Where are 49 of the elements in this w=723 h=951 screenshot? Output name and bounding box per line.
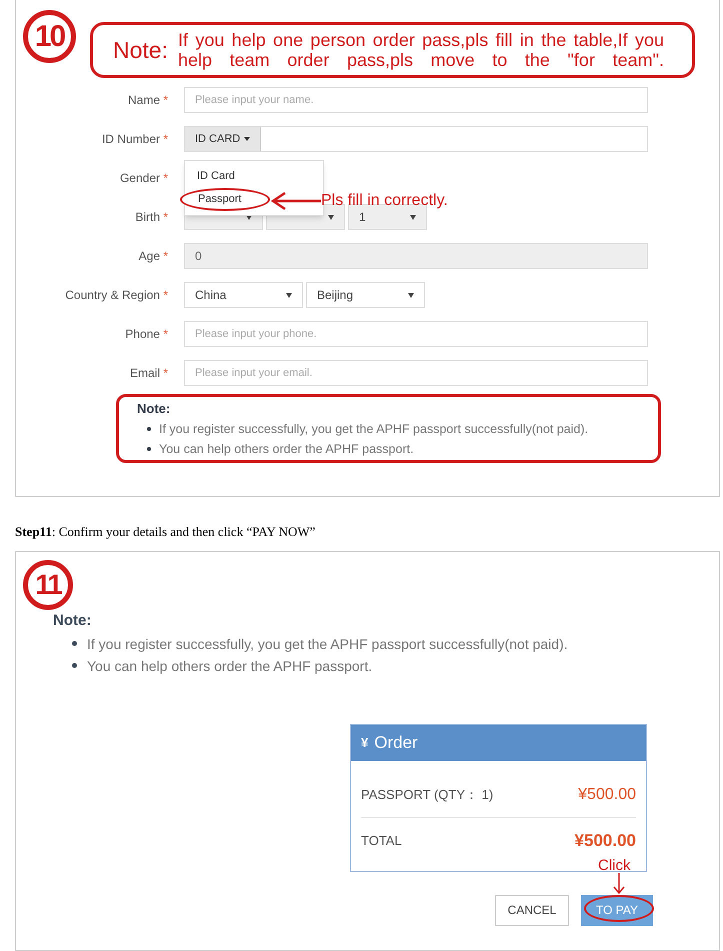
caret-icon xyxy=(244,137,250,141)
currency-icon: ¥ xyxy=(361,732,368,752)
field-label: Gender * xyxy=(118,170,169,187)
order-title: Order xyxy=(374,732,418,754)
menu-item[interactable]: ID Card xyxy=(185,165,323,188)
note-title: Note: xyxy=(53,611,92,631)
field-label: Age * xyxy=(138,248,169,265)
order-price: ¥500.00 xyxy=(578,784,636,804)
total-price: ¥500.00 xyxy=(574,830,636,852)
text-field[interactable]: Please input your name. xyxy=(184,87,648,113)
id-number-field[interactable]: ID CARD xyxy=(184,126,648,152)
field-label: Name * xyxy=(126,92,169,109)
order-item: PASSPORT (QTY： 1) xyxy=(361,786,494,804)
bullet-icon xyxy=(147,426,151,430)
cancel-button[interactable]: CANCEL xyxy=(495,894,569,926)
annotation-text: Click xyxy=(598,856,630,876)
note-item: If you register successfully, you get the APHF passport successfully(not paid). xyxy=(87,634,568,654)
caret-icon xyxy=(286,292,292,298)
note-label: Note: xyxy=(113,36,168,65)
field-label: Country & Region * xyxy=(64,287,169,304)
note-title: Note: xyxy=(137,400,172,418)
bullet-icon xyxy=(147,446,151,450)
annotation-arrow xyxy=(613,873,625,895)
text-field[interactable]: Please input your phone. xyxy=(184,321,648,347)
field-label: ID Number * xyxy=(100,131,169,148)
bullet-icon xyxy=(72,641,77,646)
field-label: Phone * xyxy=(124,326,169,343)
total-label: TOTAL xyxy=(361,832,402,850)
caret-icon xyxy=(410,214,416,220)
select-field[interactable]: 1 xyxy=(348,204,427,230)
note-text: If you help one person order pass,pls fill in the table,If you help team order pass,pls move to the "for team". xyxy=(178,30,664,70)
select-field[interactable]: China xyxy=(184,282,303,308)
highlight-ellipse xyxy=(584,895,654,922)
step-number-badge: 10 xyxy=(23,10,76,63)
field-label: Email * xyxy=(128,365,169,382)
select-field[interactable]: Beijing xyxy=(306,282,425,308)
note-item: You can help others order the APHF passport. xyxy=(159,440,414,458)
caret-icon xyxy=(408,292,414,298)
note-item: If you register successfully, you get the APHF passport successfully(not paid). xyxy=(159,420,588,438)
note-item: You can help others order the APHF passport. xyxy=(87,656,372,676)
id-type-button[interactable]: ID CARD xyxy=(185,127,262,151)
menu-item[interactable]: Passport xyxy=(180,188,270,211)
step-number-badge: 11 xyxy=(23,560,73,610)
text-field[interactable]: Please input your email. xyxy=(184,360,648,386)
bullet-icon xyxy=(72,663,77,668)
age-field: 0 xyxy=(184,243,648,269)
field-label: Birth * xyxy=(134,209,169,226)
step-caption: Step11: Confirm your details and then click “PAY NOW” xyxy=(15,523,316,541)
annotation-arrow xyxy=(271,191,321,211)
